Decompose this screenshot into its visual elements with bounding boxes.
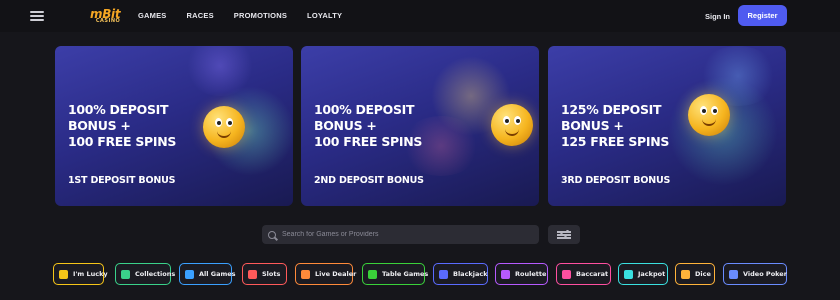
category-chip[interactable]: Blackjack	[433, 263, 488, 285]
dice-icon	[681, 269, 690, 279]
promo-subtitle: 3RD DEPOSIT BONUS	[561, 175, 671, 186]
category-chip[interactable]: I'm Lucky	[53, 263, 108, 285]
menu-icon[interactable]	[30, 11, 44, 21]
search-input[interactable]	[282, 231, 522, 238]
astronaut-coin-icon	[688, 94, 730, 136]
category-chip[interactable]: Live Dealer	[295, 263, 356, 285]
collections-icon	[121, 269, 130, 279]
poker-chip-icon	[729, 269, 738, 279]
promo-card-3[interactable]: 125% DEPOSIT BONUS +125 FREE SPINS 3RD DE…	[548, 46, 786, 206]
coin-mascot-icon	[491, 104, 533, 146]
filter-button[interactable]	[548, 225, 580, 244]
slot-machine-icon	[248, 269, 257, 279]
logo[interactable]: mBit CASINO	[90, 7, 121, 27]
cards-icon	[439, 269, 448, 279]
main-nav: GAMES RACES PROMOTIONS LOYALTY	[138, 11, 342, 20]
category-chip[interactable]: Roulette	[495, 263, 548, 285]
category-chip[interactable]: Dice	[675, 263, 715, 285]
dealer-icon	[301, 269, 310, 279]
promo-card-1[interactable]: 100% DEPOSIT BONUS +100 FREE SPINS 1ST DE…	[55, 46, 293, 206]
coin-mascot-icon	[203, 106, 245, 148]
nav-promotions[interactable]: PROMOTIONS	[234, 11, 287, 20]
top-header: mBit CASINO GAMES RACES PROMOTIONS LOYAL…	[0, 0, 840, 32]
sign-in-link[interactable]: Sign In	[705, 12, 730, 21]
nav-races[interactable]: RACES	[187, 11, 214, 20]
promo-subtitle: 2ND DEPOSIT BONUS	[314, 175, 424, 186]
dice-table-icon	[368, 269, 377, 279]
search-bar[interactable]	[262, 225, 539, 244]
category-chip[interactable]: Table Games	[362, 263, 428, 285]
jackpot-icon	[624, 269, 633, 279]
promo-title: 100% DEPOSIT BONUS +100 FREE SPINS	[68, 102, 177, 149]
nav-games[interactable]: GAMES	[138, 11, 167, 20]
nav-loyalty[interactable]: LOYALTY	[307, 11, 342, 20]
category-chip[interactable]: Jackpot	[618, 263, 668, 285]
category-chip[interactable]: Video Poker	[723, 263, 787, 285]
category-chip[interactable]: Collections	[115, 263, 175, 285]
category-chips: I'm Lucky Collections All Games Slots Li…	[53, 263, 793, 285]
clover-icon	[59, 269, 68, 279]
register-button[interactable]: Register	[738, 5, 787, 26]
category-chip[interactable]: All Games	[179, 263, 236, 285]
gamepad-icon	[185, 269, 194, 279]
baccarat-icon	[562, 269, 571, 279]
search-icon	[268, 230, 276, 239]
promo-title: 125% DEPOSIT BONUS +125 FREE SPINS	[561, 102, 670, 149]
roulette-icon	[501, 269, 510, 279]
category-chip[interactable]: Baccarat	[556, 263, 611, 285]
promo-card-2[interactable]: 100% DEPOSIT BONUS +100 FREE SPINS 2ND DE…	[301, 46, 539, 206]
promo-subtitle: 1ST DEPOSIT BONUS	[68, 175, 176, 186]
category-chip[interactable]: Slots	[242, 263, 287, 285]
promo-title: 100% DEPOSIT BONUS +100 FREE SPINS	[314, 102, 423, 149]
